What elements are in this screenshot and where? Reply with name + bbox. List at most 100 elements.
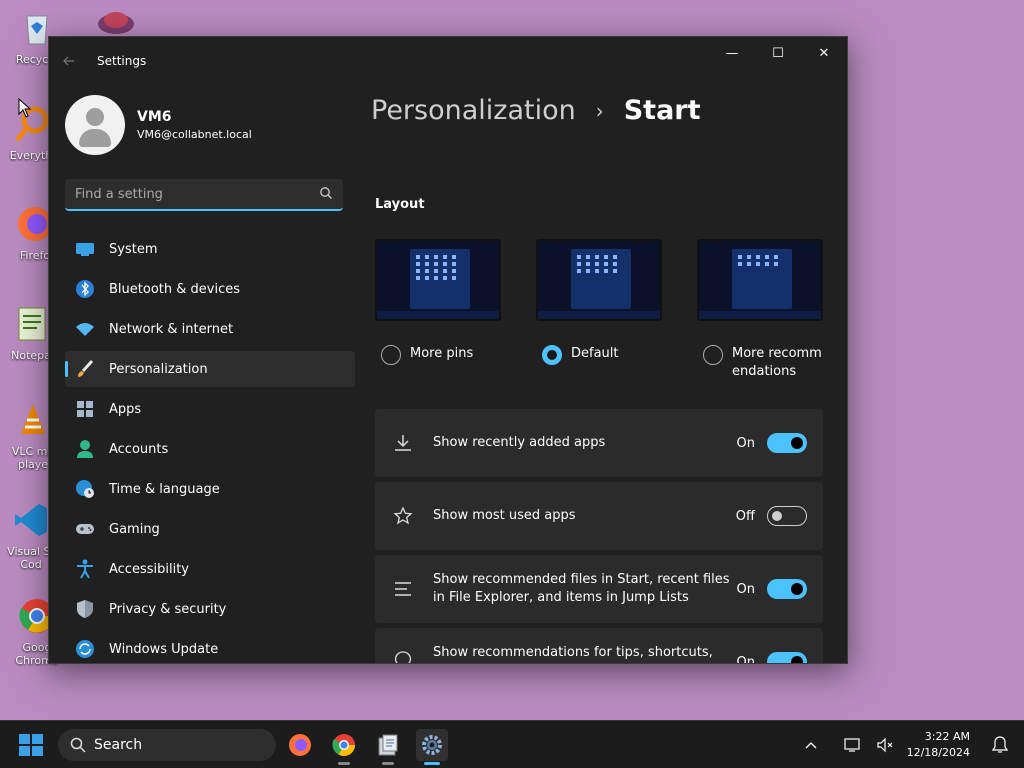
nav-item-privacy-security[interactable]: Privacy & security xyxy=(65,591,355,627)
apps-icon xyxy=(75,399,95,419)
maximize-button[interactable]: ☐ xyxy=(755,37,801,69)
page-title: Start xyxy=(623,95,701,126)
radio-button-checked[interactable] xyxy=(542,345,562,365)
layout-option-more-recommendations[interactable]: More recommendations xyxy=(697,239,823,381)
notifications-button[interactable] xyxy=(986,729,1014,761)
start-button[interactable] xyxy=(18,733,46,757)
nav-item-bluetooth[interactable]: Bluetooth & devices xyxy=(65,271,355,307)
layout-thumbnail xyxy=(536,239,662,321)
user-profile[interactable]: VM6 VM6@collabnet.local xyxy=(49,85,359,165)
nav-item-apps[interactable]: Apps xyxy=(65,391,355,427)
nav-item-network[interactable]: Network & internet xyxy=(65,311,355,347)
gamepad-icon xyxy=(75,519,95,539)
nav-item-label: Privacy & security xyxy=(109,601,227,617)
toggle-switch[interactable] xyxy=(767,652,807,663)
layout-option-default[interactable]: Default xyxy=(536,239,662,365)
taskbar-search-label: Search xyxy=(94,737,143,753)
gear-icon xyxy=(422,735,442,755)
radio-label: Default xyxy=(571,346,619,361)
toggle-switch[interactable] xyxy=(767,506,807,526)
sidebar: VM6 VM6@collabnet.local System Bluetooth… xyxy=(49,85,359,663)
taskbar-app-settings[interactable] xyxy=(416,729,448,765)
radio-label: More recommendations xyxy=(732,346,822,379)
volume-button[interactable] xyxy=(871,729,899,761)
speaker-muted-icon xyxy=(876,737,893,753)
app-icon xyxy=(98,12,134,34)
download-icon xyxy=(391,431,415,455)
breadcrumb: Personalization › Start xyxy=(371,95,701,126)
taskbar-app-file-manager[interactable] xyxy=(372,729,404,765)
radio-button[interactable] xyxy=(381,345,401,365)
nav-item-accounts[interactable]: Accounts xyxy=(65,431,355,467)
minimize-button[interactable]: — xyxy=(709,37,755,69)
close-button[interactable]: ✕ xyxy=(801,37,847,69)
desktop-icon-partial[interactable] xyxy=(94,6,138,36)
nav-item-label: Personalization xyxy=(109,361,208,377)
network-monitor-icon xyxy=(843,738,860,752)
nav-item-label: Time & language xyxy=(109,481,220,497)
nav-item-label: Bluetooth & devices xyxy=(109,281,240,297)
taskbar-app-firefox[interactable] xyxy=(284,729,316,761)
toggle-switch[interactable] xyxy=(767,579,807,599)
vlc-cone-icon xyxy=(21,404,45,434)
running-indicator xyxy=(382,762,394,765)
network-status-button[interactable] xyxy=(839,729,867,761)
taskbar-app-chrome[interactable] xyxy=(328,729,360,765)
setting-label: Show recently added apps xyxy=(433,435,606,450)
show-hidden-icons-button[interactable] xyxy=(797,729,825,761)
search-input[interactable] xyxy=(65,179,305,209)
nav-item-windows-update[interactable]: Windows Update xyxy=(65,631,355,663)
nav-item-label: Apps xyxy=(109,401,142,417)
setting-recommended-files: Show recommended files in Start, recent … xyxy=(375,555,823,623)
radio-more-pins[interactable]: More pins xyxy=(375,345,501,365)
firefox-icon xyxy=(289,734,311,756)
shield-icon xyxy=(75,599,95,619)
running-indicator xyxy=(338,762,350,765)
search-icon[interactable] xyxy=(319,186,333,200)
radio-default[interactable]: Default xyxy=(536,345,662,365)
nav-item-personalization[interactable]: Personalization xyxy=(65,351,355,387)
chevron-right-icon: › xyxy=(595,98,604,123)
main-content: Personalization › Start Layout More pins… xyxy=(359,85,847,663)
nav-item-label: System xyxy=(109,241,158,257)
window-title: Settings xyxy=(97,54,147,68)
breadcrumb-parent[interactable]: Personalization xyxy=(371,95,576,126)
clock-date: 12/18/2024 xyxy=(906,746,970,759)
close-icon: ✕ xyxy=(818,45,830,61)
radio-button[interactable] xyxy=(703,345,723,365)
nav-item-label: Network & internet xyxy=(109,321,234,337)
setting-recently-added-apps: Show recently added apps On xyxy=(375,409,823,477)
notepad-icon xyxy=(18,307,46,341)
monitor-icon xyxy=(75,239,95,259)
back-button[interactable] xyxy=(49,37,89,85)
toggle-state-label: On xyxy=(736,435,755,451)
nav-item-system[interactable]: System xyxy=(65,231,355,267)
star-icon xyxy=(391,504,415,528)
radio-label: More pins xyxy=(410,346,474,361)
profile-email: VM6@collabnet.local xyxy=(137,128,252,141)
bluetooth-icon xyxy=(75,279,95,299)
nav-item-time-language[interactable]: Time & language xyxy=(65,471,355,507)
nav-item-gaming[interactable]: Gaming xyxy=(65,511,355,547)
nav-item-label: Gaming xyxy=(109,521,160,537)
toggle-state-label: On xyxy=(736,581,755,597)
nav-item-label: Accounts xyxy=(109,441,169,457)
nav-list: System Bluetooth & devices Network & int… xyxy=(49,231,359,663)
taskbar-search[interactable]: Search xyxy=(58,729,276,761)
maximize-icon: ☐ xyxy=(772,45,784,61)
setting-most-used-apps: Show most used apps Off xyxy=(375,482,823,550)
nav-item-label: Accessibility xyxy=(109,561,189,577)
avatar xyxy=(65,95,125,155)
setting-tips-recommendations: Show recommendations for tips, shortcuts… xyxy=(375,628,823,663)
clock[interactable]: 3:22 AM 12/18/2024 xyxy=(907,729,970,761)
toggle-switch[interactable] xyxy=(767,433,807,453)
radio-more-recommendations[interactable]: More recommendations xyxy=(697,345,823,381)
window-controls: — ☐ ✕ xyxy=(709,37,847,69)
search-box[interactable] xyxy=(65,179,343,211)
person-icon xyxy=(75,439,95,459)
nav-item-accessibility[interactable]: Accessibility xyxy=(65,551,355,587)
layout-option-more-pins[interactable]: More pins xyxy=(375,239,501,365)
settings-window: Settings — ☐ ✕ VM6 VM6@collabnet.local S… xyxy=(48,36,848,664)
chrome-icon xyxy=(332,734,355,756)
taskbar: Search 3:22 AM 12/18/2024 xyxy=(0,720,1024,768)
